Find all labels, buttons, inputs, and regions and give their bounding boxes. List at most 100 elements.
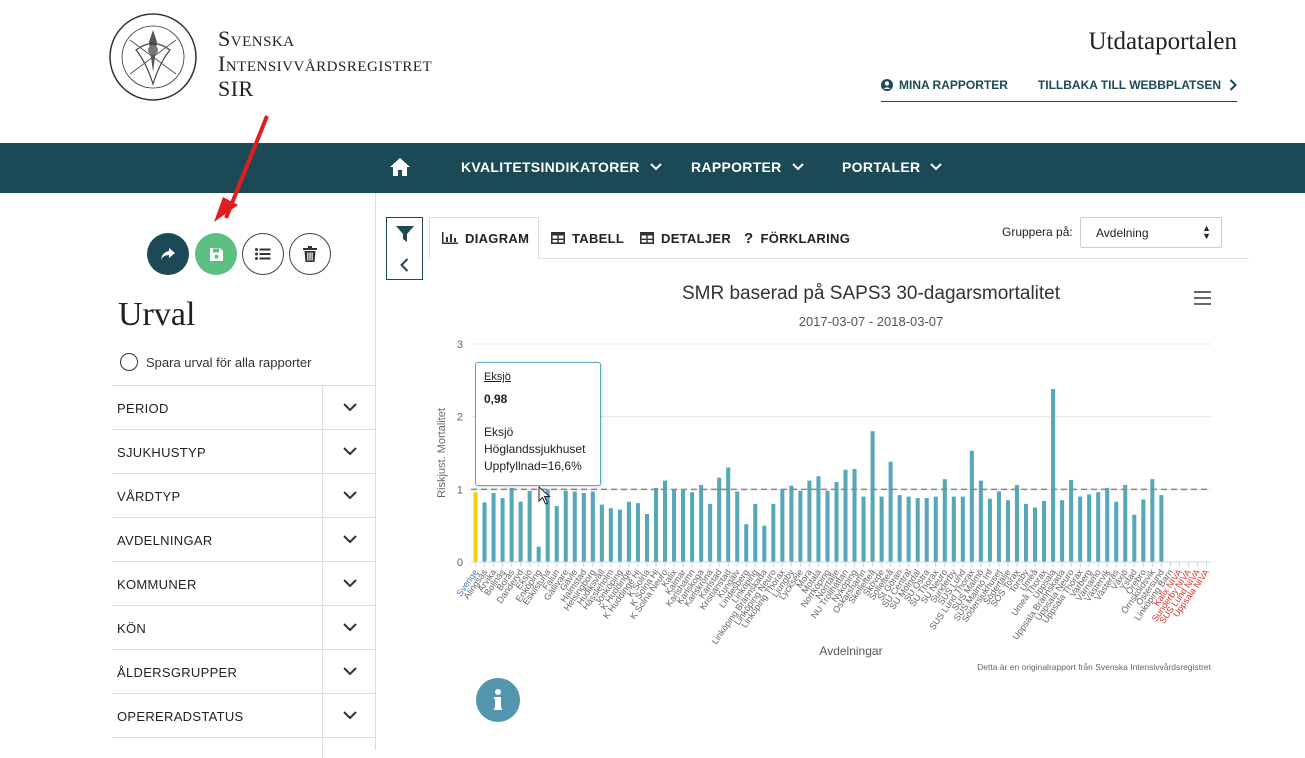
bar (518, 501, 523, 562)
filter-period[interactable]: PERIOD (112, 385, 376, 429)
filter-vardtyp[interactable]: VÅRDTYP (112, 473, 376, 517)
filter-opereradstatus[interactable]: OPERERADSTATUS (112, 693, 376, 737)
y-tick-label: 1 (457, 484, 463, 496)
tooltip-line-2: Höglandssjukhuset (484, 442, 586, 456)
bar (563, 490, 568, 562)
expand-toggle[interactable] (322, 386, 376, 429)
radio-button[interactable] (120, 353, 138, 371)
chevron-down-icon (342, 447, 357, 456)
bar (1159, 495, 1164, 562)
nav-portaler[interactable]: PORTALER (842, 159, 943, 175)
bar (617, 509, 622, 562)
save-selection-all-reports[interactable]: Spara urval för alla rapporter (120, 353, 311, 371)
site-header: Svenska Intensivvårdsregistret SIR Utdat… (0, 0, 1305, 143)
tab-forklaring[interactable]: ? FÖRKLARING (744, 217, 850, 259)
my-reports-link[interactable]: MINA RAPPORTER (881, 78, 1008, 92)
tab-detaljer[interactable]: DETALJER (640, 217, 731, 259)
tab-tabell[interactable]: TABELL (551, 217, 624, 259)
bar (807, 480, 812, 562)
expand-toggle[interactable] (322, 694, 376, 737)
bar (744, 524, 749, 562)
bar (1069, 479, 1074, 562)
trash-icon (303, 246, 317, 262)
y-axis-label: Riskjust. Mortalitet (436, 408, 448, 498)
expand-toggle[interactable] (322, 650, 376, 693)
bar (500, 498, 505, 562)
group-by-select[interactable]: Avdelning ▲ ▼ (1080, 217, 1222, 248)
nav-rapporter[interactable]: RAPPORTER (691, 159, 804, 175)
filter-avdelningar[interactable]: AVDELNINGAR (112, 517, 376, 561)
home-button[interactable] (389, 157, 411, 177)
bar-chart-icon (442, 232, 458, 244)
bar (771, 503, 776, 562)
bar (753, 503, 758, 562)
filter-label: VÅRDTYP (117, 489, 181, 504)
group-by-value: Avdelning (1096, 226, 1149, 240)
info-button[interactable] (476, 678, 520, 722)
expand-toggle[interactable] (322, 606, 376, 649)
bar (1051, 389, 1056, 562)
chevron-down-icon (342, 667, 357, 676)
filter-kon[interactable]: KÖN (112, 605, 376, 649)
share-button[interactable] (147, 233, 189, 275)
red-annotation-arrow (214, 115, 269, 222)
table-icon (640, 232, 654, 244)
chart-title: SMR baserad på SAPS3 30-dagarsmortalitet (682, 283, 1061, 304)
bar (1005, 500, 1010, 562)
portal-title: Utdataportalen (1088, 28, 1237, 55)
bar (473, 492, 478, 562)
bar (527, 490, 532, 562)
tab-label: DIAGRAM (465, 230, 530, 246)
delete-button[interactable] (289, 233, 331, 275)
y-tick-label: 2 (457, 412, 463, 424)
filter-more (112, 737, 376, 758)
filter-list: PERIOD SJUKHUSTYP VÅRDTYP AVDELNINGAR KO… (112, 385, 376, 758)
expand-toggle[interactable] (322, 474, 376, 517)
bar (834, 482, 839, 562)
expand-toggle[interactable] (322, 562, 376, 605)
chart-subtitle: 2017-03-07 - 2018-03-07 (799, 314, 944, 329)
filter-sjukhustyp[interactable]: SJUKHUSTYP (112, 429, 376, 473)
filter-panel-toggle[interactable] (386, 217, 423, 280)
chevron-down-icon (342, 579, 357, 588)
bar (825, 490, 830, 562)
nav-kvalitetsindikatorer[interactable]: KVALITETSINDIKATORER (461, 159, 662, 175)
bar (581, 492, 586, 562)
bar (1060, 500, 1065, 562)
bar (933, 496, 938, 562)
tooltip-name: Eksjö (484, 371, 511, 383)
bar (1023, 503, 1029, 562)
bar (1096, 492, 1101, 562)
tooltip-line-1: Eksjö (484, 425, 514, 439)
tab-diagram[interactable]: DIAGRAM (429, 217, 539, 259)
bar (681, 489, 686, 562)
sir-seal-logo[interactable] (108, 12, 198, 102)
chevron-down-icon (791, 163, 804, 171)
chart-menu-icon[interactable] (1194, 291, 1211, 305)
chevron-right-icon (1229, 79, 1237, 91)
info-icon (494, 689, 502, 710)
back-to-website-link[interactable]: TILLBAKA TILL WEBBPLATSEN (1038, 78, 1237, 92)
bar (915, 498, 920, 562)
chevron-down-icon (342, 623, 357, 632)
filter-kommuner[interactable]: KOMMUNER (112, 561, 376, 605)
tab-label: TABELL (572, 230, 625, 246)
filter-aldersgrupper[interactable]: ÅLDERSGRUPPER (112, 649, 376, 693)
bar (897, 495, 902, 562)
bar (960, 496, 965, 562)
bar (608, 508, 613, 562)
expand-toggle[interactable] (322, 430, 376, 473)
table-icon (551, 232, 565, 244)
bar (816, 476, 821, 562)
bar (662, 480, 668, 562)
question-mark-icon: ? (744, 229, 754, 247)
brand-line-3: SIR (218, 76, 254, 101)
bar (906, 496, 911, 562)
bar (491, 492, 496, 562)
share-arrow-icon (161, 248, 175, 260)
expand-toggle[interactable] (322, 518, 376, 561)
bar (590, 491, 595, 562)
tooltip-details: Eksjö Höglandssjukhuset Uppfyllnad=16,6% (484, 424, 592, 475)
bar (509, 487, 514, 562)
chevron-down-icon (342, 711, 357, 720)
